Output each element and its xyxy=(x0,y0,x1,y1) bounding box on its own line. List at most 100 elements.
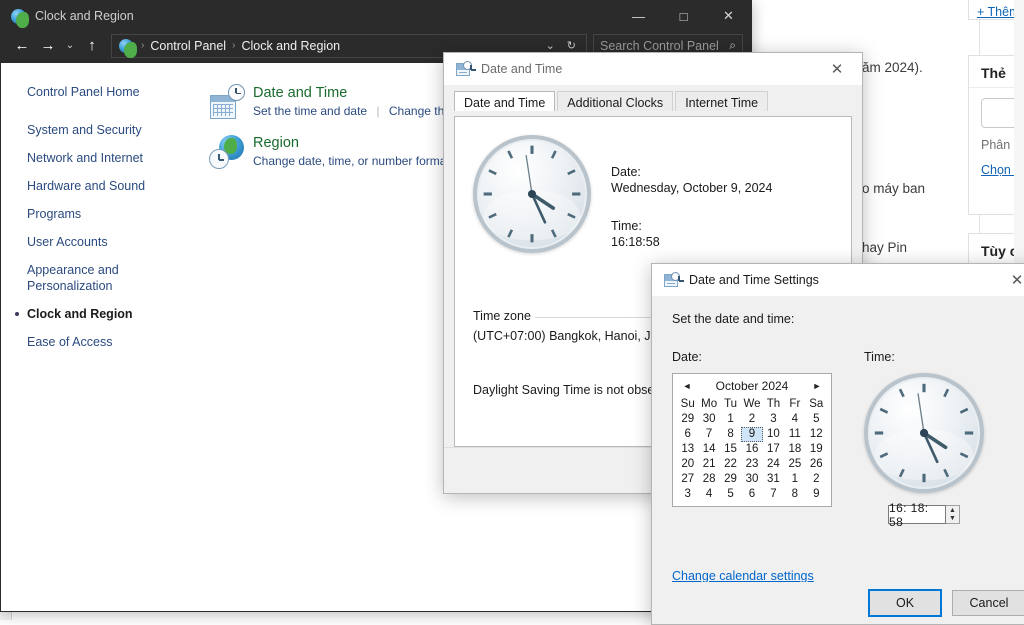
calendar-day[interactable]: 30 xyxy=(741,472,762,487)
recent-locations-chevron-down-icon[interactable]: ⌄ xyxy=(61,33,79,59)
calendar-day[interactable]: 28 xyxy=(698,472,719,487)
maximize-button[interactable]: □ xyxy=(661,1,706,31)
calendar-day[interactable]: 29 xyxy=(720,472,741,487)
calendar-day[interactable]: 1 xyxy=(784,472,805,487)
calendar-day[interactable]: 11 xyxy=(784,427,805,442)
sidebar-item-network-and-internet[interactable]: Network and Internet xyxy=(27,150,177,166)
back-button[interactable]: ← xyxy=(9,33,35,59)
sidebar-item-hardware-and-sound[interactable]: Hardware and Sound xyxy=(27,178,177,194)
calendar-day[interactable]: 18 xyxy=(784,442,805,457)
link-change-date-time-number-formats[interactable]: Change date, time, or number formats xyxy=(253,154,456,168)
calendar-day[interactable]: 15 xyxy=(720,442,741,457)
settings-dialog-footer: OK Cancel xyxy=(652,582,1024,624)
calendar[interactable]: ◄ October 2024 ► Su Mo Tu We Th Fr Sa 29 30 1 2 3 4… xyxy=(672,373,832,507)
calendar-day[interactable]: 12 xyxy=(806,427,827,442)
calendar-day[interactable]: 8 xyxy=(784,487,805,502)
calendar-day[interactable]: 10 xyxy=(763,427,784,442)
time-spinner-up-icon[interactable]: ▲ xyxy=(946,506,959,515)
calendar-dow-tu: Tu xyxy=(724,398,738,410)
link-set-the-time-and-date[interactable]: Set the time and date xyxy=(253,104,367,118)
date-label: Date: xyxy=(611,165,641,179)
calendar-day[interactable]: 27 xyxy=(677,472,698,487)
calendar-day-selected[interactable]: 9 xyxy=(741,427,763,442)
calendar-day[interactable]: 16 xyxy=(741,442,762,457)
window-controls: — □ ✕ xyxy=(616,1,751,31)
calendar-day[interactable]: 4 xyxy=(698,487,719,502)
calendar-day[interactable]: 2 xyxy=(806,472,827,487)
sidebar-item-clock-and-region[interactable]: Clock and Region xyxy=(15,306,177,322)
cancel-button[interactable]: Cancel xyxy=(952,590,1024,616)
calendar-day[interactable]: 6 xyxy=(677,427,698,442)
sidebar-item-programs[interactable]: Programs xyxy=(27,206,177,222)
calendar-days-grid[interactable]: 29 30 1 2 3 4 5 6 7 8 9 10 11 12 13 14 15 16 17 18 19 20 21 22 2… xyxy=(677,412,827,502)
sidebar-item-user-accounts[interactable]: User Accounts xyxy=(27,234,177,250)
entry-region-title[interactable]: Region xyxy=(253,134,456,152)
calendar-next-month-icon[interactable]: ► xyxy=(811,381,823,391)
calendar-day[interactable]: 1 xyxy=(720,412,741,427)
tab-internet-time[interactable]: Internet Time xyxy=(675,91,769,111)
date-and-time-analog-clock xyxy=(473,135,591,253)
calendar-dow-th: Th xyxy=(766,398,781,410)
time-stepper[interactable]: 16: 18: 58 ▲ ▼ xyxy=(888,501,960,529)
breadcrumb-item-clock-and-region[interactable]: Clock and Region xyxy=(238,39,343,53)
date-and-time-dialog-close-icon[interactable]: ✕ xyxy=(816,54,858,84)
forward-button[interactable]: → xyxy=(35,33,61,59)
calendar-day[interactable]: 13 xyxy=(677,442,698,457)
calendar-day[interactable]: 3 xyxy=(677,487,698,502)
calendar-day[interactable]: 20 xyxy=(677,457,698,472)
calendar-day[interactable]: 22 xyxy=(720,457,741,472)
date-and-time-dialog-titlebar: Date and Time ✕ xyxy=(444,53,862,85)
calendar-day[interactable]: 9 xyxy=(806,487,827,502)
calendar-month-label[interactable]: October 2024 xyxy=(716,379,789,393)
settings-dialog-titlebar: Date and Time Settings ✕ xyxy=(652,264,1024,296)
calendar-day[interactable]: 23 xyxy=(741,457,762,472)
calendar-day[interactable]: 14 xyxy=(698,442,719,457)
close-button[interactable]: ✕ xyxy=(706,1,751,31)
calendar-day[interactable]: 26 xyxy=(806,457,827,472)
calendar-day[interactable]: 7 xyxy=(763,487,784,502)
breadcrumb-item-control-panel[interactable]: Control Panel xyxy=(147,39,229,53)
calendar-day[interactable]: 17 xyxy=(763,442,784,457)
calendar-dow-fr: Fr xyxy=(789,398,801,410)
up-button[interactable]: ↑ xyxy=(79,33,105,59)
sidebar-item-control-panel-home[interactable]: Control Panel Home xyxy=(27,84,177,100)
ok-button[interactable]: OK xyxy=(868,589,942,617)
calendar-day[interactable]: 5 xyxy=(806,412,827,427)
calendar-day[interactable]: 30 xyxy=(698,412,719,427)
time-input[interactable]: 16: 18: 58 xyxy=(888,501,946,529)
minimize-button[interactable]: — xyxy=(616,1,661,31)
calendar-day[interactable]: 6 xyxy=(741,487,762,502)
calendar-day[interactable]: 24 xyxy=(763,457,784,472)
calendar-day[interactable]: 31 xyxy=(763,472,784,487)
calendar-day[interactable]: 29 xyxy=(677,412,698,427)
sidebar-item-appearance-and-personalization[interactable]: Appearance and Personalization xyxy=(27,262,177,294)
calendar-day[interactable]: 2 xyxy=(741,412,762,427)
breadcrumb-sep-1: › xyxy=(232,40,236,51)
date-and-time-icon xyxy=(209,84,245,120)
entry-date-and-time-title[interactable]: Date and Time xyxy=(253,84,470,102)
calendar-day[interactable]: 8 xyxy=(720,427,741,442)
time-spinner[interactable]: ▲ ▼ xyxy=(946,505,960,524)
calendar-day[interactable]: 5 xyxy=(720,487,741,502)
address-dropdown-chevron-down-icon[interactable]: ⌄ xyxy=(540,39,561,52)
sidebar-item-system-and-security[interactable]: System and Security xyxy=(27,122,177,138)
date-value: Wednesday, October 9, 2024 xyxy=(611,181,773,195)
time-spinner-down-icon[interactable]: ▼ xyxy=(946,515,959,524)
search-icon: ⌕ xyxy=(729,38,736,52)
refresh-icon[interactable]: ↻ xyxy=(561,39,582,52)
calendar-day[interactable]: 4 xyxy=(784,412,805,427)
calendar-prev-month-icon[interactable]: ◄ xyxy=(681,381,693,391)
settings-date-label: Date: xyxy=(672,350,702,364)
settings-dialog-close-icon[interactable]: ✕ xyxy=(996,265,1024,295)
sidebar-item-ease-of-access[interactable]: Ease of Access xyxy=(27,334,177,350)
date-and-time-dialog-title: Date and Time xyxy=(481,61,563,76)
tab-additional-clocks[interactable]: Additional Clocks xyxy=(557,91,674,111)
calendar-day[interactable]: 19 xyxy=(806,442,827,457)
calendar-day[interactable]: 7 xyxy=(698,427,719,442)
background-text-3: hay Pin xyxy=(862,240,908,255)
calendar-day[interactable]: 21 xyxy=(698,457,719,472)
tab-date-and-time[interactable]: Date and Time xyxy=(454,91,556,111)
calendar-day[interactable]: 3 xyxy=(763,412,784,427)
calendar-day[interactable]: 25 xyxy=(784,457,805,472)
change-calendar-settings-link[interactable]: Change calendar settings xyxy=(672,569,814,583)
